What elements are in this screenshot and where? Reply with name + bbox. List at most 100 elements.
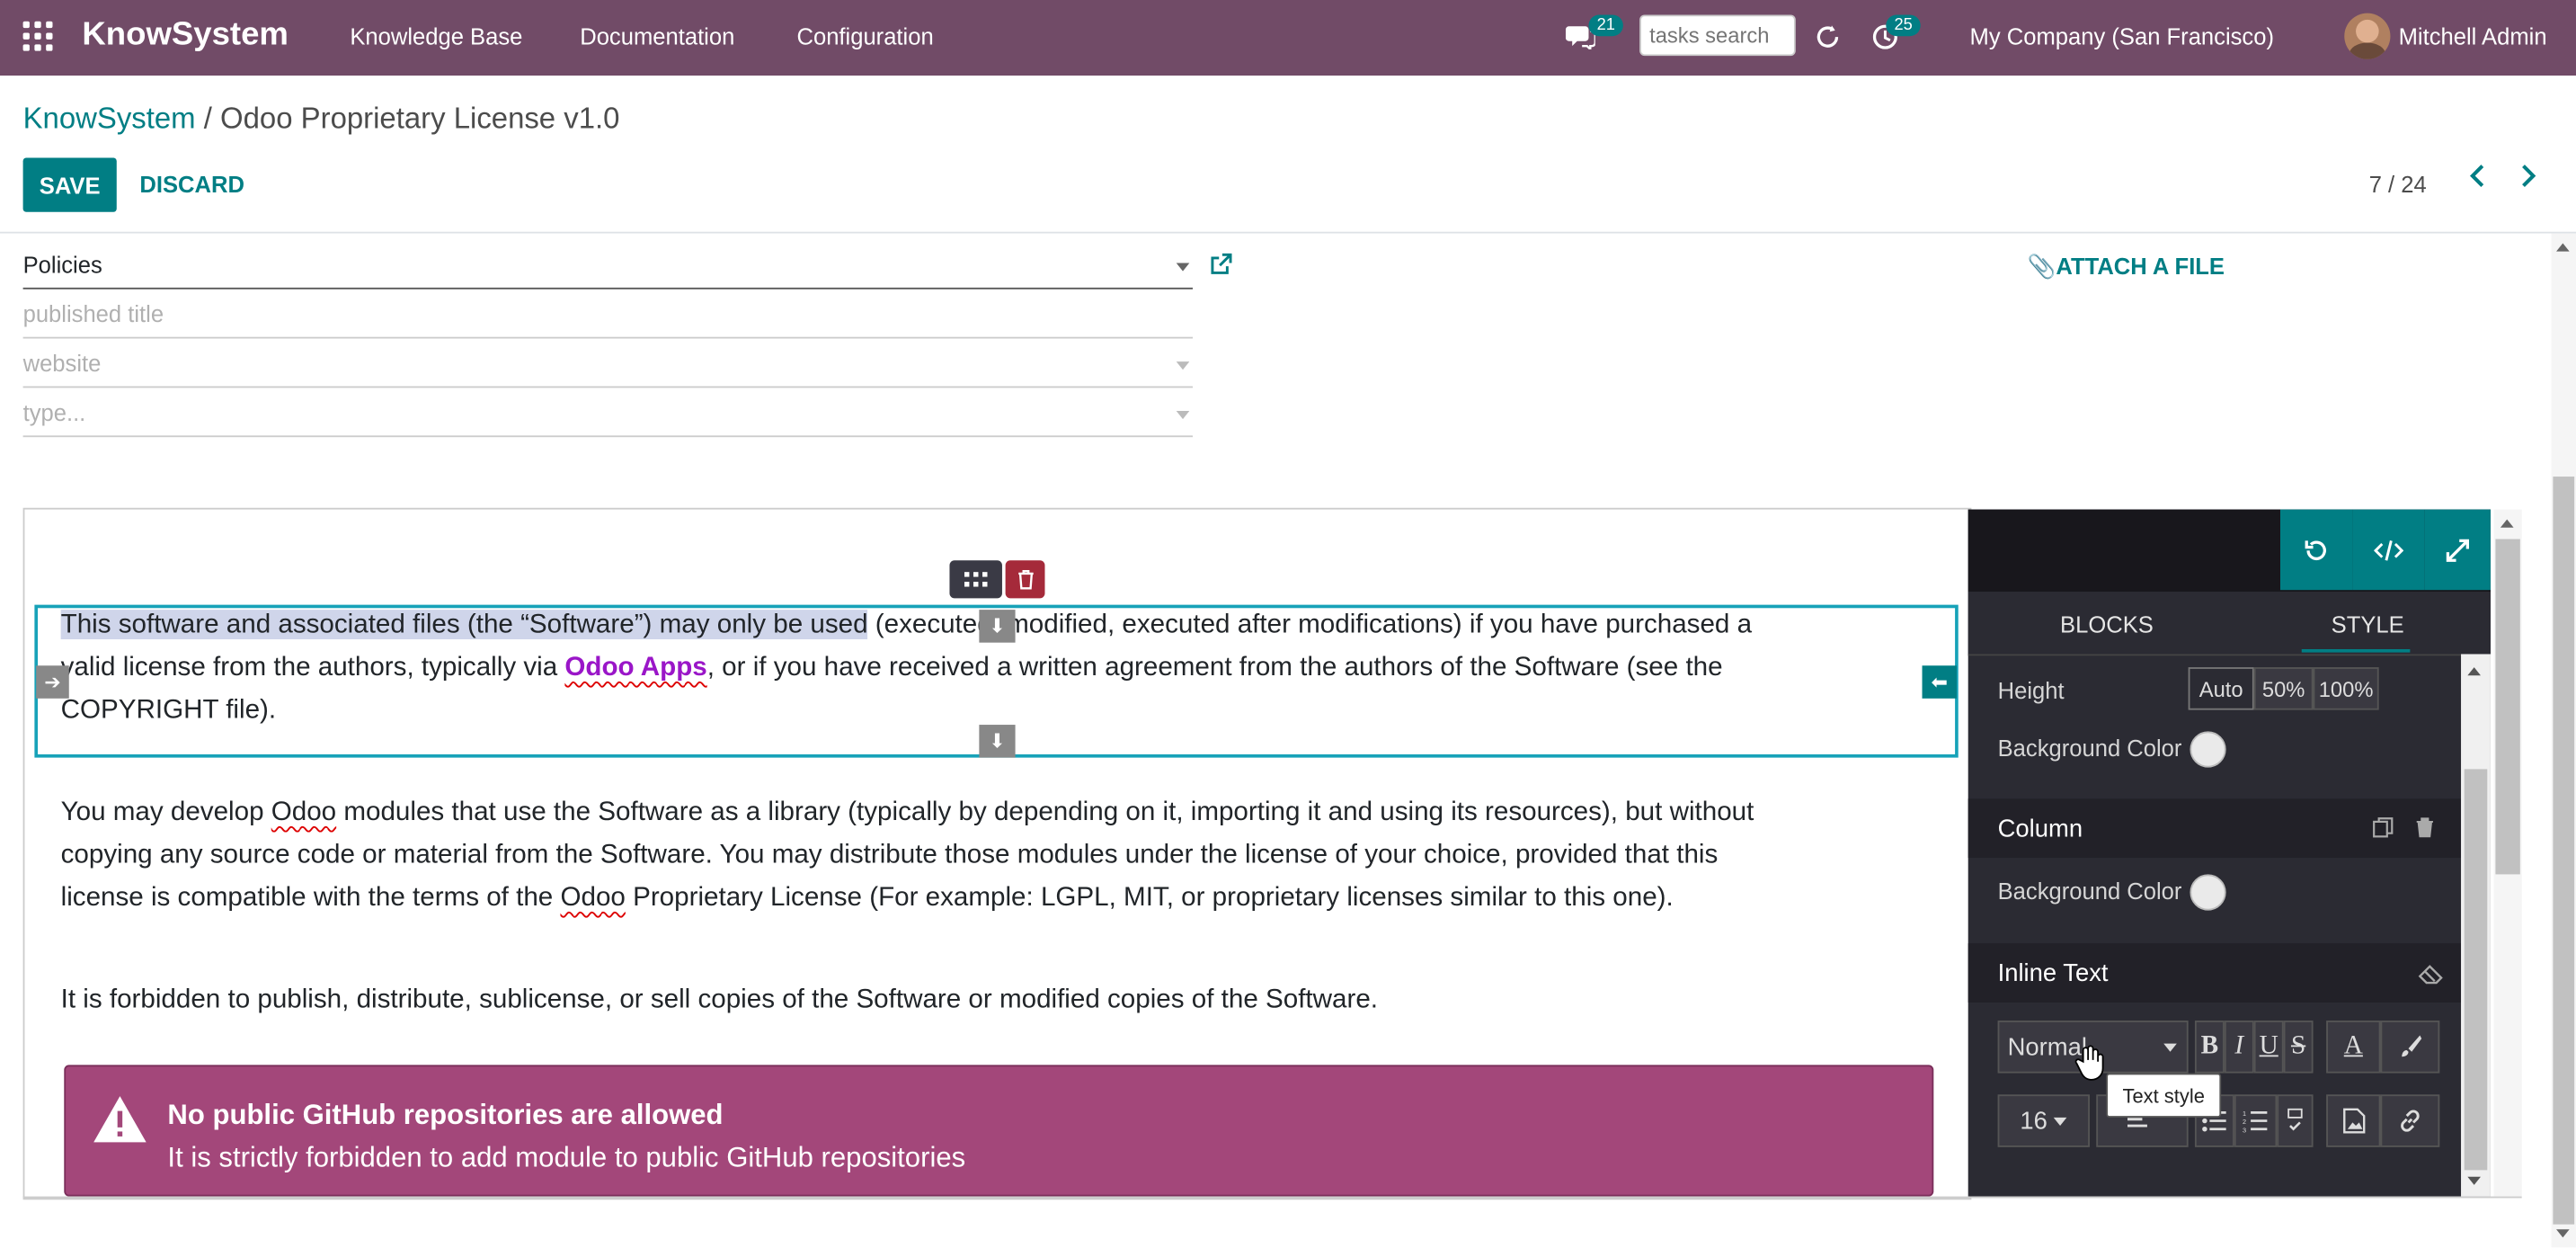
scroll-up-icon[interactable] [2556,243,2570,252]
eraser-icon[interactable] [2418,963,2445,993]
height-50-option[interactable]: 50% [2253,667,2314,710]
scroll-up-icon[interactable] [2500,519,2514,528]
chevron-down-icon [2163,1043,2177,1052]
menu-configuration[interactable]: Configuration [796,23,933,49]
pager-value[interactable]: 7 / 24 [2369,171,2427,197]
section-field[interactable]: Policies [22,242,1193,290]
font-color-button[interactable]: A [2326,1021,2381,1074]
background-color-label: Background Color [1997,735,2182,762]
code-view-icon[interactable] [2352,509,2425,591]
underline-button[interactable]: U [2253,1021,2284,1074]
delete-block-icon[interactable] [1005,560,1045,599]
undo-icon[interactable] [2279,509,2353,591]
top-navbar: KnowSystem Knowledge Base Documentation … [0,0,2576,76]
column-background-color-label: Background Color [1997,878,2182,905]
scroll-thumb[interactable] [2553,477,2575,1225]
scroll-thumb[interactable] [2464,769,2488,1171]
sidebar-tabs: BLOCKS STYLE [1968,592,2491,656]
strikethrough-button[interactable]: S [2283,1021,2314,1074]
tab-style[interactable]: STYLE [2332,611,2404,637]
paragraph-license-2[interactable]: You may develop Odoo modules that use th… [61,790,1934,919]
editor-bottom-border [22,1196,2522,1199]
arrow-left-icon[interactable]: ⬅ [1922,665,1957,699]
paragraph-license-3[interactable]: It is forbidden to publish, distribute, … [61,978,1934,1021]
alert-body: It is strictly forbidden to add module t… [167,1142,966,1174]
breadcrumb-parent[interactable]: KnowSystem [23,102,196,135]
page-scrollbar[interactable] [2551,233,2576,1248]
background-color-picker[interactable] [2190,731,2226,768]
paperclip-icon: 📎 [2027,253,2056,280]
attach-file-button[interactable]: 📎ATTACH A FILE [2028,253,2225,281]
alert-block[interactable]: No public GitHub repositories are allowe… [64,1065,1934,1197]
height-100-option[interactable]: 100% [2313,667,2379,710]
user-avatar[interactable] [2344,13,2391,59]
menu-knowledge-base[interactable]: Knowledge Base [350,23,522,49]
height-label: Height [1997,677,2065,704]
para2-odoo: Odoo [271,797,337,827]
chevron-down-icon [1176,263,1190,272]
para2-text-d: license is compatible with the terms of … [60,882,561,913]
external-link-icon[interactable] [1209,252,1233,285]
warning-icon [92,1094,147,1152]
pager-next-icon[interactable] [2518,165,2545,201]
column-background-color-picker[interactable] [2190,874,2226,911]
menu-documentation[interactable]: Documentation [580,23,734,49]
sidebar-scrollbar[interactable] [2461,654,2491,1197]
company-switcher[interactable]: My Company (San Francisco) [1970,23,2274,49]
apps-menu-icon[interactable] [22,21,57,55]
website-placeholder: website [22,350,102,377]
type-placeholder: type... [22,399,86,426]
active-tab-indicator [2301,648,2411,653]
svg-text:2: 2 [2243,1118,2246,1126]
published-title-field[interactable]: published title [22,291,1193,339]
app-brand[interactable]: KnowSystem [82,16,289,54]
hand-cursor-icon [2074,1045,2105,1089]
scroll-down-icon[interactable] [2467,1176,2481,1185]
user-menu[interactable]: Mitchell Admin [2399,23,2547,49]
breadcrumb-separator: / [195,102,221,135]
arrow-down-icon[interactable]: ⬇ [979,725,1016,758]
insert-image-icon[interactable] [2326,1094,2381,1147]
chevron-down-icon [1176,410,1190,420]
para1-text-b: valid license from the authors, typicall… [60,652,565,682]
editor-scrollbar[interactable] [2493,509,2522,1197]
column-section: Column [1968,798,2462,859]
attach-file-label: ATTACH A FILE [2056,253,2225,280]
move-handle-icon[interactable] [949,560,1002,599]
discard-button[interactable]: DISCARD [139,171,244,197]
save-button[interactable]: SAVE [22,157,117,212]
column-title: Column [1997,815,2083,843]
alert-title: No public GitHub repositories are allowe… [167,1099,724,1131]
tab-blocks[interactable]: BLOCKS [2060,611,2154,637]
odoo-apps-link[interactable]: Odoo Apps [564,653,706,682]
para2-text-b: modules that use the Software as a libra… [336,797,1754,827]
height-auto-option[interactable]: Auto [2188,667,2254,710]
bold-button[interactable]: B [2194,1021,2225,1074]
checklist-icon[interactable] [2277,1094,2314,1147]
highlight-brush-icon[interactable] [2380,1021,2440,1074]
italic-button[interactable]: I [2224,1021,2254,1074]
scroll-up-icon[interactable] [2467,667,2481,676]
clone-icon[interactable] [2372,816,2394,846]
font-size-value: 16 [2020,1107,2047,1136]
insert-link-icon[interactable] [2380,1094,2440,1147]
trash-icon[interactable] [2415,816,2435,846]
fullscreen-icon[interactable] [2424,509,2491,591]
scroll-thumb[interactable] [2495,539,2520,875]
sidebar-toolbar [1968,509,2491,593]
pager-previous-icon[interactable] [2467,165,2493,201]
text-style-tooltip: Text style [2106,1073,2222,1118]
website-field[interactable]: website [22,340,1193,388]
arrow-right-icon[interactable]: ➔ [36,665,69,699]
numbered-list-icon[interactable]: 123 [2234,1094,2278,1147]
para1-text-d: COPYRIGHT file). [60,695,277,726]
section-value: Policies [22,251,102,278]
tasks-search-input[interactable] [1639,14,1796,57]
scroll-down-icon[interactable] [2556,1229,2570,1238]
type-field[interactable]: type... [22,389,1193,438]
font-size-dropdown[interactable]: 16 [1997,1094,2090,1147]
para2-text-c: copying any source code or material from… [60,840,1719,869]
refresh-icon[interactable] [1814,23,1842,59]
html-editor[interactable]: This software and associated files (the … [22,507,1972,1200]
arrow-down-icon[interactable]: ⬇ [979,610,1016,643]
